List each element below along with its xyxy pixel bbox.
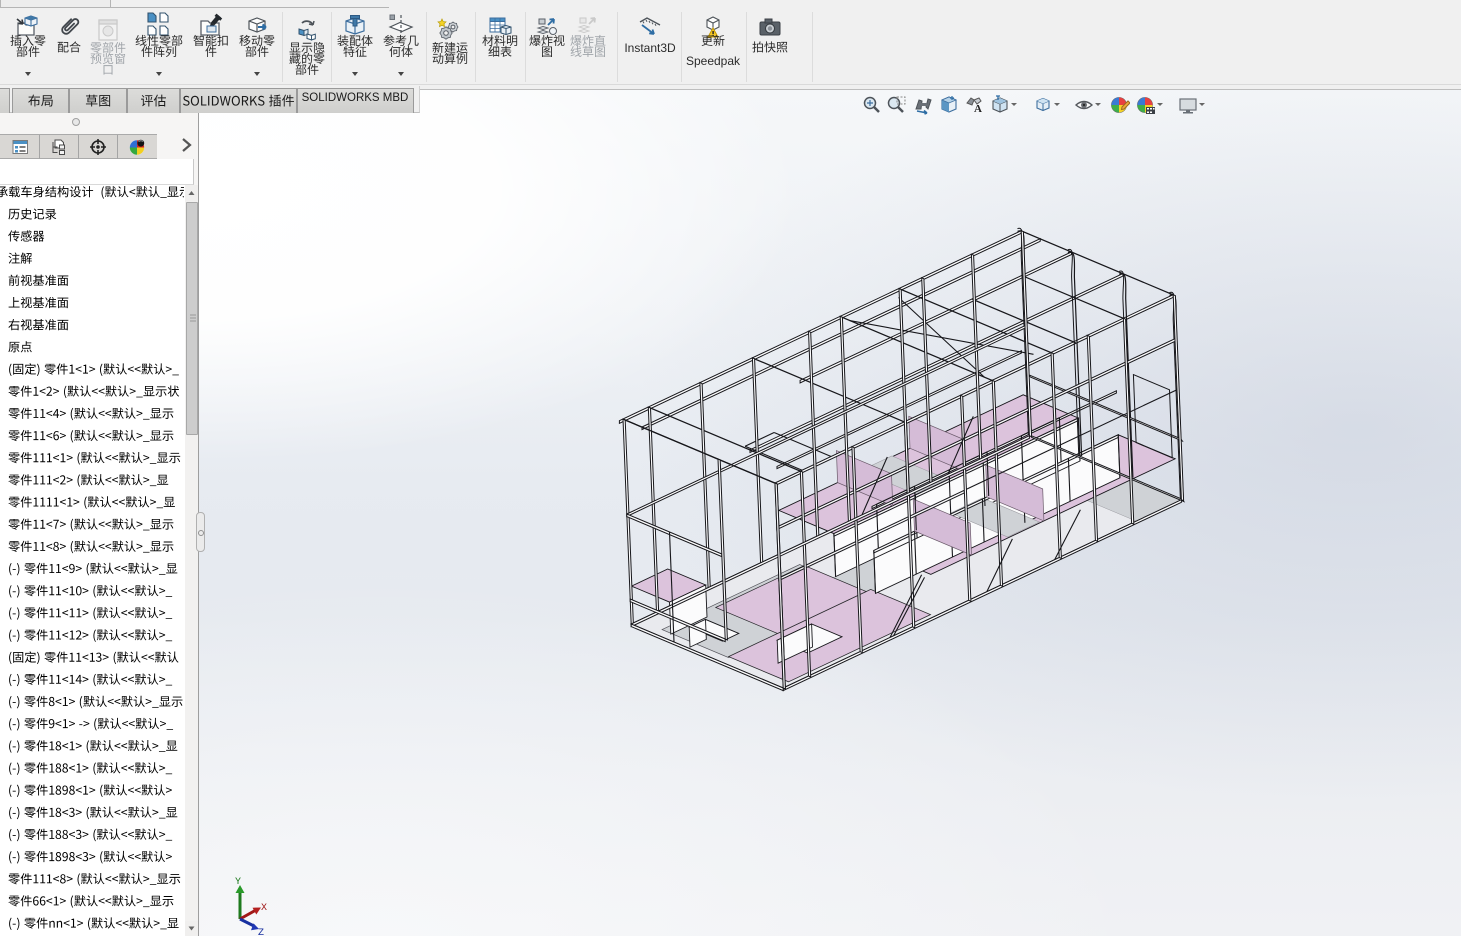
svg-text:X: X (261, 903, 267, 914)
svg-text:Z: Z (258, 928, 264, 936)
svg-text:Y: Y (235, 877, 241, 888)
svg-text:A: A (974, 103, 982, 115)
